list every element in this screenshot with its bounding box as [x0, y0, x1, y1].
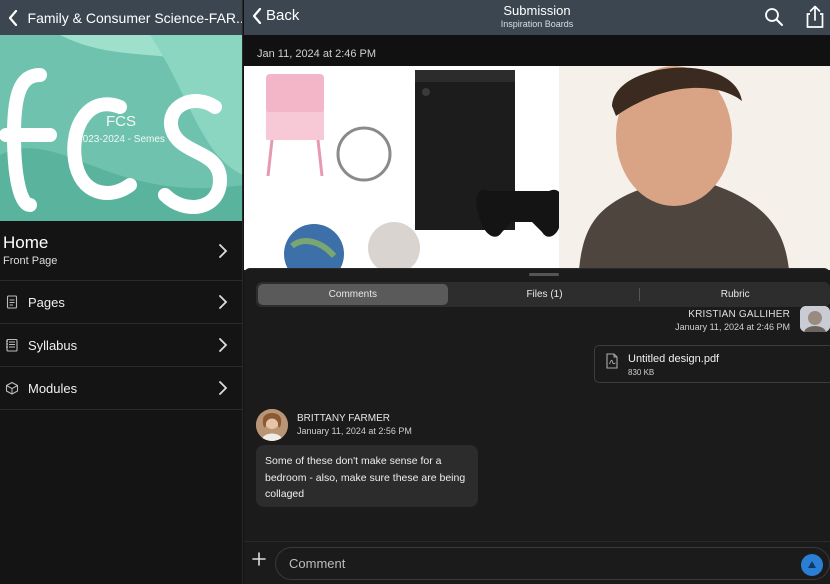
- teacher-name: BRITTANY FARMER: [297, 413, 390, 424]
- preview-collage-image: [244, 66, 830, 270]
- chevron-right-icon: [219, 338, 228, 352]
- chevron-right-icon: [219, 295, 228, 309]
- teacher-comment-date: January 11, 2024 at 2:56 PM: [297, 426, 412, 436]
- modules-icon: [5, 381, 19, 395]
- course-navigation-pane: Family & Consumer Science-FAR... FCS 202…: [0, 0, 243, 584]
- submission-preview[interactable]: [244, 66, 830, 270]
- home-label: Home: [3, 233, 49, 252]
- sheet-grabber[interactable]: [529, 273, 559, 276]
- share-icon[interactable]: [804, 5, 826, 29]
- comment-input[interactable]: [276, 548, 756, 579]
- sidebar-item-syllabus[interactable]: Syllabus: [0, 324, 242, 367]
- avatar[interactable]: [800, 306, 830, 332]
- teacher-comment-header: BRITTANY FARMER January 11, 2024 at 2:56…: [297, 413, 412, 436]
- sidebar-item-home[interactable]: Home Front Page: [0, 221, 242, 281]
- course-header: Family & Consumer Science-FAR...: [0, 0, 242, 35]
- tab-files[interactable]: Files (1): [450, 282, 640, 307]
- comments-sheet: Comments Files (1) Rubric KRISTIAN GALLI…: [244, 268, 830, 584]
- course-banner[interactable]: FCS 2023-2024 - Semes: [0, 35, 242, 221]
- attachment-filename: Untitled design.pdf: [628, 353, 720, 365]
- send-button[interactable]: [801, 554, 823, 576]
- submission-timestamp: Jan 11, 2024 at 2:46 PM: [244, 35, 830, 66]
- course-title: Family & Consumer Science-FAR...: [27, 9, 242, 26]
- submission-topbar: Back Submission Inspiration Boards: [244, 0, 830, 35]
- tab-rubric[interactable]: Rubric: [640, 282, 830, 307]
- file-attachment[interactable]: Untitled design.pdf 830 KB: [594, 345, 830, 383]
- page-subtitle: Inspiration Boards: [500, 19, 574, 29]
- chevron-right-icon: [219, 381, 228, 395]
- chevron-right-icon: [219, 243, 228, 258]
- send-arrow-icon: [808, 561, 816, 568]
- submission-tabs: Comments Files (1) Rubric: [256, 282, 830, 307]
- sidebar-item-label: Syllabus: [28, 337, 78, 353]
- student-comment-date: January 11, 2024 at 2:46 PM: [675, 322, 790, 332]
- teacher-avatar-image: [256, 409, 288, 441]
- syllabus-icon: [6, 338, 18, 352]
- student-name: KRISTIAN GALLIHER: [688, 309, 790, 320]
- comment-composer: [244, 541, 830, 584]
- page-title: Submission: [503, 3, 571, 18]
- comment-bubble: Some of these don't make sense for a bed…: [256, 445, 478, 507]
- submission-pane: Back Submission Inspiration Boards Jan 1…: [244, 0, 830, 584]
- banner-course-code: FCS: [106, 113, 136, 130]
- back-chevron-icon[interactable]: [4, 8, 22, 28]
- avatar[interactable]: [256, 409, 288, 441]
- search-icon[interactable]: [764, 7, 784, 27]
- document-icon: [6, 295, 18, 309]
- add-attachment-icon[interactable]: [251, 551, 267, 567]
- student-comment-header: KRISTIAN GALLIHER January 11, 2024 at 2:…: [675, 309, 790, 332]
- pdf-file-icon: [606, 353, 618, 369]
- sidebar-item-label: Modules: [28, 380, 78, 396]
- student-avatar-image: [800, 306, 830, 332]
- tab-comments[interactable]: Comments: [258, 284, 448, 305]
- sidebar-item-modules[interactable]: Modules: [0, 367, 242, 410]
- sidebar-item-pages[interactable]: Pages: [0, 281, 242, 324]
- banner-course-term: 2023-2024 - Semes: [77, 134, 165, 145]
- attachment-size: 830 KB: [628, 368, 655, 377]
- comment-field: [275, 547, 830, 580]
- home-sublabel: Front Page: [3, 255, 58, 267]
- sidebar-item-label: Pages: [28, 294, 65, 310]
